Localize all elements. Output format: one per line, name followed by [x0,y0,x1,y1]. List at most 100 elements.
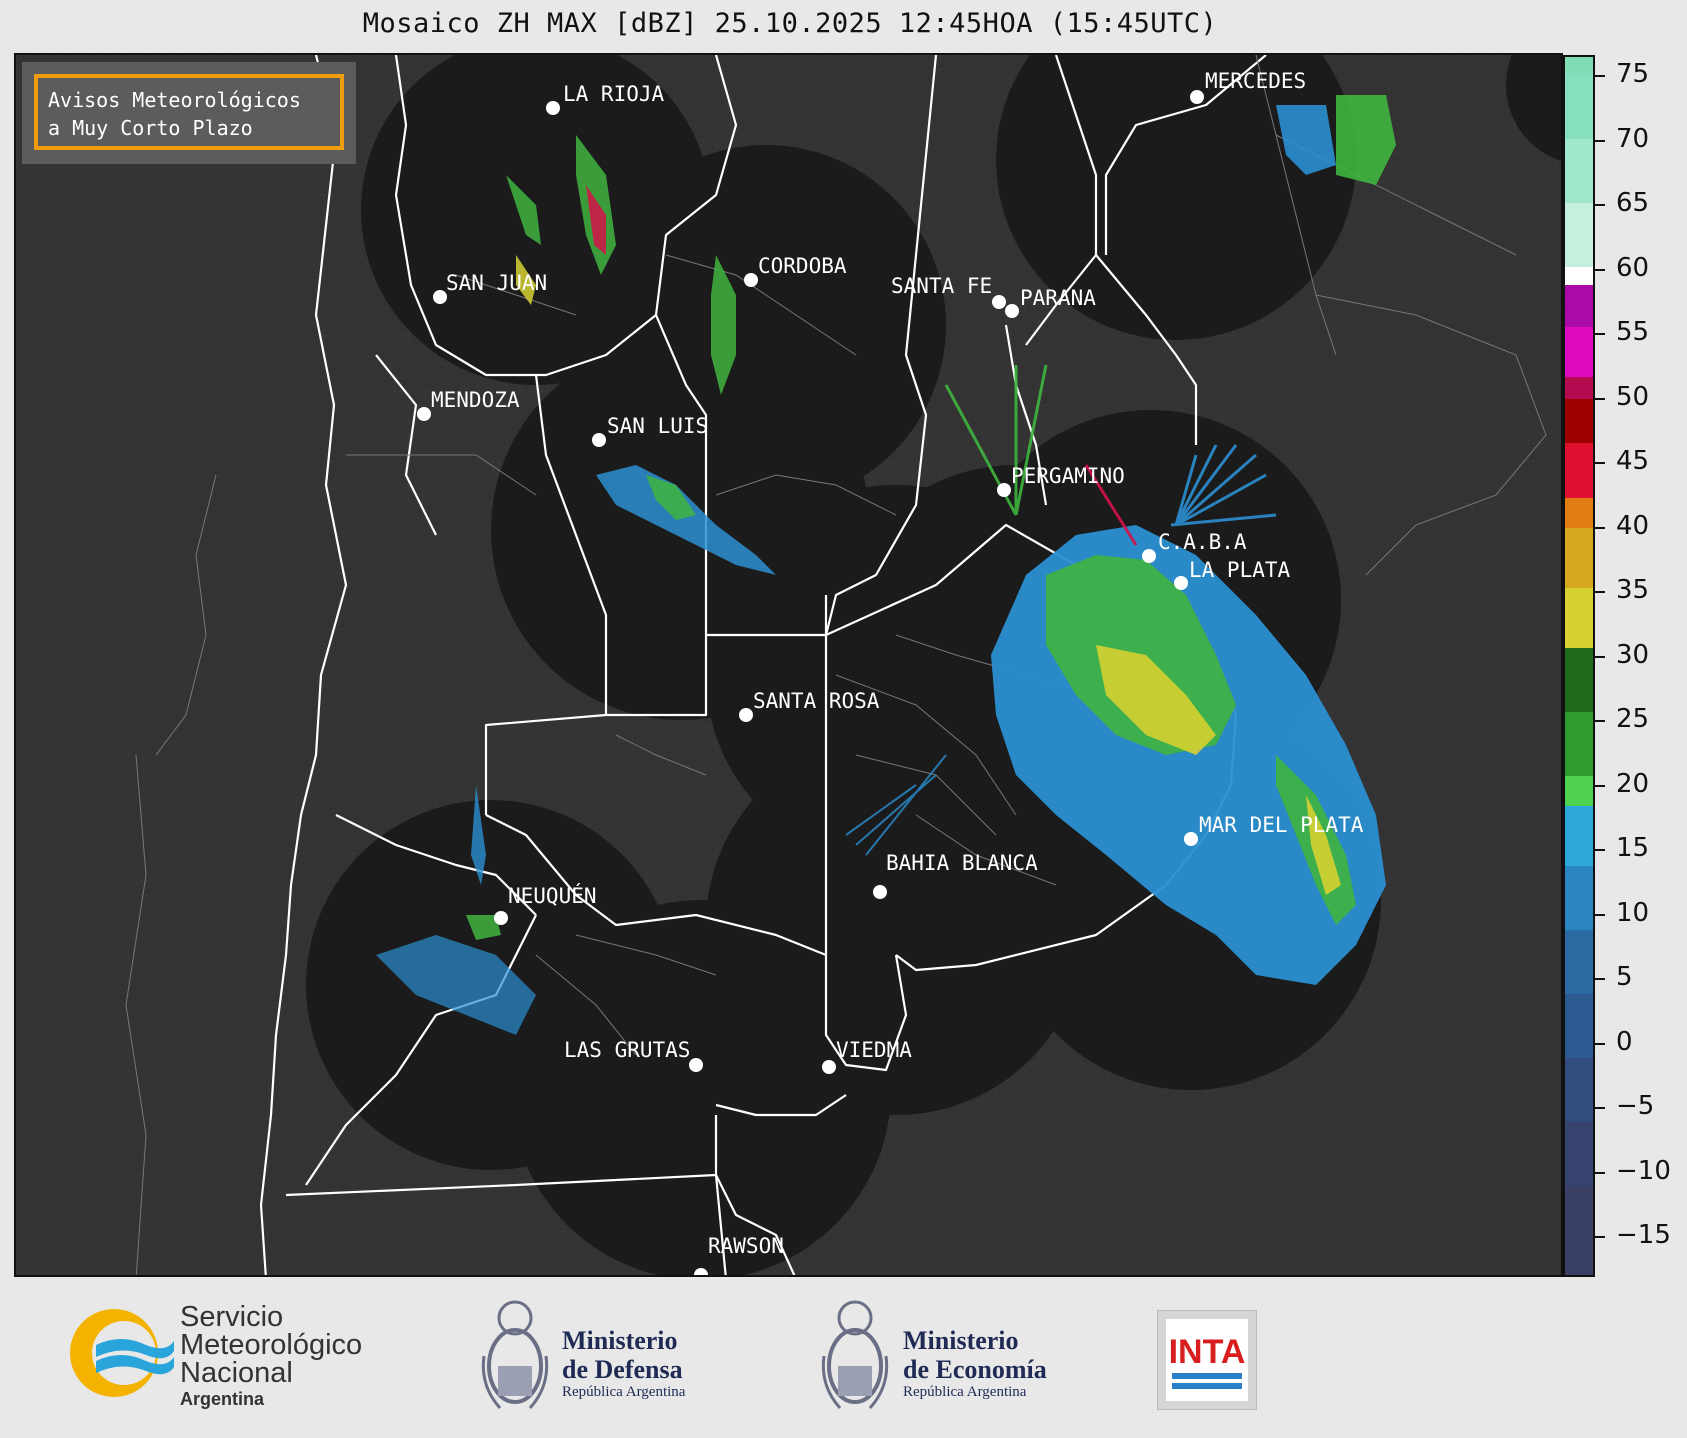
city-dot-mercedes [1190,90,1204,104]
city-label: CORDOBA [758,254,847,278]
smn-line-3: Nacional [180,1357,293,1389]
city-label: MAR DEL PLATA [1199,813,1364,837]
economia-line-1: Ministerio [903,1326,1019,1355]
reflectivity-colorbar [1563,55,1595,1277]
defensa-line-1: Ministerio [562,1326,678,1355]
city-label: MENDOZA [431,388,520,412]
notice-frame: Avisos Meteorológicos a Muy Corto Plazo [34,74,344,150]
colorbar-tick-mark [1595,1236,1605,1238]
colorbar-tick-mark [1595,268,1605,271]
colorbar-gradient [1565,57,1593,1275]
colorbar-tick-mark [1595,1171,1605,1174]
city-dot-santa-fe [992,295,1006,309]
defensa-line-2: de Defensa [562,1355,683,1384]
colorbar-tick-mark [1595,333,1605,335]
colorbar-tick-mark [1595,139,1605,142]
colorbar-tick-mark [1595,655,1605,658]
colorbar-tick-label: −15 [1616,1220,1671,1250]
smn-line-4: Argentina [180,1389,265,1409]
defensa-line-3: República Argentina [562,1384,686,1400]
colorbar-tick-mark [1595,784,1605,787]
city-label: SANTA ROSA [753,689,880,713]
city-dot-neuquen [494,911,508,925]
colorbar-tick-label: 75 [1616,59,1650,89]
notice-box: Avisos Meteorológicos a Muy Corto Plazo [22,62,356,164]
colorbar-tick-mark [1595,462,1605,464]
colorbar-tick-mark [1595,397,1605,400]
city-label: MERCEDES [1205,69,1306,93]
city-dot-mar-del-plata [1184,832,1198,846]
city-label: PARANA [1020,286,1096,310]
colorbar-tick-mark [1595,720,1605,722]
colorbar-tick-mark [1595,1042,1605,1045]
inta-logo: INTA [1157,1310,1257,1410]
colorbar-tick-mark [1595,526,1605,529]
notice-line-1: Avisos Meteorológicos [48,88,301,112]
city-label: C.A.B.A [1158,530,1247,554]
coat-of-arms-icon [821,1300,889,1410]
notice-line-2: a Muy Corto Plazo [48,116,253,140]
city-label: LA RIOJA [563,82,665,106]
radar-map: LA RIOJA SAN JUAN CORDOBA SANTA FE PARAN… [14,53,1563,1277]
city-dot-las-grutas [689,1058,703,1072]
colorbar-tick-label: 40 [1616,510,1650,541]
colorbar-tick-label: 10 [1616,897,1650,928]
city-dot-parana [1005,304,1019,318]
colorbar-tick-label: 55 [1616,317,1650,347]
city-label: BAHIA BLANCA [886,851,1038,875]
city-dot-pergamino [997,483,1011,497]
city-dot-la-rioja [546,101,560,115]
colorbar-tick-label: 30 [1616,639,1650,670]
city-label: PERGAMINO [1011,464,1125,488]
city-dot-caba [1142,549,1156,563]
colorbar-tick-label: 60 [1616,252,1650,283]
coat-of-arms-icon [481,1300,549,1410]
city-dot-mendoza [417,407,431,421]
smn-line-2: Meteorológico [180,1329,363,1361]
colorbar-tick-label: 15 [1616,833,1650,863]
economia-line-3: República Argentina [903,1384,1027,1400]
city-label: LAS GRUTAS [564,1038,690,1062]
inta-logo-icon: INTA [1166,1319,1248,1401]
city-dot-santa-rosa [739,708,753,722]
city-label: SAN LUIS [607,414,708,438]
colorbar-tick-mark [1595,849,1605,851]
colorbar-tick-label: 20 [1616,768,1650,799]
city-label: LA PLATA [1189,558,1291,582]
smn-line-1: Servicio [180,1301,284,1333]
colorbar-tick-label: 0 [1616,1026,1633,1057]
colorbar-tick-mark [1595,591,1605,593]
colorbar-tick-label: −10 [1616,1155,1671,1186]
defensa-wordmark: Ministerio de Defensa República Argentin… [562,1326,685,1401]
city-label: VIEDMA [836,1038,912,1062]
inta-text: INTA [1169,1333,1246,1371]
colorbar-tick-mark [1595,978,1605,980]
city-dot-la-plata [1174,576,1188,590]
city-label: RAWSON [708,1234,784,1258]
economia-wordmark: Ministerio de Economía República Argenti… [903,1326,1047,1401]
colorbar-tick-label: 5 [1616,962,1633,992]
city-label: NEUQUÉN [508,883,597,908]
colorbar-tick-mark [1595,913,1605,916]
city-label: SANTA FE [891,274,992,298]
city-dot-viedma [822,1060,836,1074]
colorbar-tick-label: 35 [1616,575,1650,605]
city-dot-cordoba [744,273,758,287]
colorbar-tick-label: 50 [1616,381,1650,412]
city-dot-bahia-blanca [873,885,887,899]
colorbar-tick-label: 70 [1616,123,1650,154]
economia-line-2: de Economía [903,1355,1047,1384]
smn-wordmark: Servicio Meteorológico Nacional Argentin… [180,1303,362,1411]
colorbar-tick-label: 65 [1616,188,1650,218]
colorbar-tick-mark [1595,204,1605,206]
city-label: SAN JUAN [446,271,547,295]
radar-map-canvas: LA RIOJA SAN JUAN CORDOBA SANTA FE PARAN… [16,55,1561,1275]
smn-logo-icon [70,1309,174,1397]
city-dot-san-juan [433,290,447,304]
colorbar-tick-label: 45 [1616,446,1650,476]
map-title: Mosaico ZH MAX [dBZ] 25.10.2025 12:45HOA… [362,8,1218,39]
colorbar-tick-label: −5 [1616,1091,1655,1121]
colorbar-tick-mark [1595,75,1605,77]
colorbar-tick-mark [1595,1107,1605,1109]
city-dot-san-luis [592,433,606,447]
